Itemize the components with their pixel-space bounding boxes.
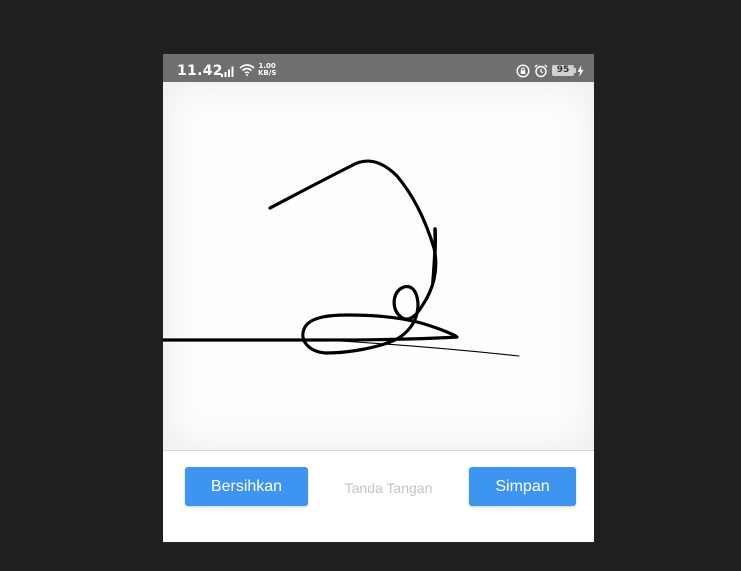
wifi-icon — [239, 63, 255, 81]
alarm-icon — [534, 64, 548, 83]
status-bar: 11.42 1.00 KB/S 95 — [163, 54, 594, 82]
battery-indicator: 95 — [552, 65, 574, 76]
net-speed-unit: KB/S — [258, 69, 277, 77]
save-button[interactable]: Simpan — [469, 467, 576, 506]
signal-icon — [221, 64, 235, 82]
network-speed: 1.00 KB/S — [258, 63, 276, 77]
battery-tip — [574, 68, 576, 73]
clear-button[interactable]: Bersihkan — [185, 467, 308, 506]
signature-canvas[interactable] — [163, 82, 594, 451]
phone-screen: 11.42 1.00 KB/S 95 Bersihkan Tanda Tanga… — [163, 54, 594, 542]
action-bar: Bersihkan Tanda Tangan Simpan — [163, 451, 594, 542]
signature-strokes — [163, 159, 520, 357]
charging-icon — [577, 64, 584, 82]
signature-label: Tanda Tangan — [344, 480, 433, 496]
rotation-lock-icon — [516, 64, 530, 83]
status-time: 11.42 — [177, 63, 223, 79]
